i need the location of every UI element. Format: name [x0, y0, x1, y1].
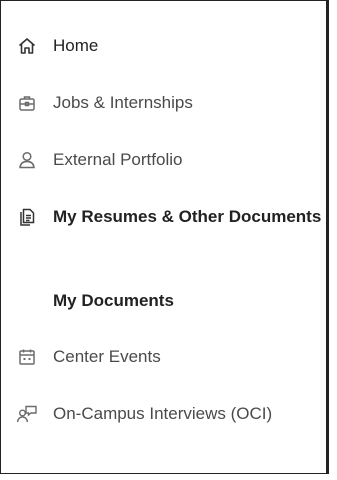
- sidebar-item-jobs[interactable]: Jobs & Internships: [19, 90, 193, 116]
- sidebar-item-my-resumes[interactable]: My Resumes & Other Documents: [20, 204, 322, 230]
- calendar-icon: [1, 347, 53, 367]
- sidebar-item-label: Jobs & Internships: [53, 93, 193, 112]
- sidebar-item-home[interactable]: Home: [18, 33, 99, 59]
- interview-icon: [1, 404, 53, 424]
- sidebar-item-label: External Portfolio: [53, 150, 183, 169]
- briefcase-icon: [1, 93, 53, 113]
- sidebar-item-label: Center Events: [53, 347, 161, 366]
- user-icon: [1, 150, 53, 170]
- sidebar-item-label: My Documents: [53, 291, 174, 310]
- sidebar-item-external-portfolio[interactable]: External Portfolio: [19, 147, 183, 173]
- sidebar-item-label: On-Campus Interviews (OCI): [53, 404, 273, 423]
- documents-icon: [1, 207, 53, 227]
- sidebar-item-on-campus-interviews[interactable]: On-Campus Interviews (OCI): [16, 401, 273, 427]
- sidebar-item-center-events[interactable]: Center Events: [19, 344, 161, 370]
- sidebar-panel: Home Jobs & Internships External Portfol…: [0, 0, 329, 474]
- home-icon: [1, 36, 53, 56]
- sidebar-subitem-my-documents[interactable]: My Documents: [53, 288, 174, 314]
- sidebar-item-label: Home: [53, 36, 99, 55]
- sidebar-item-label: My Resumes & Other Documents: [53, 207, 322, 226]
